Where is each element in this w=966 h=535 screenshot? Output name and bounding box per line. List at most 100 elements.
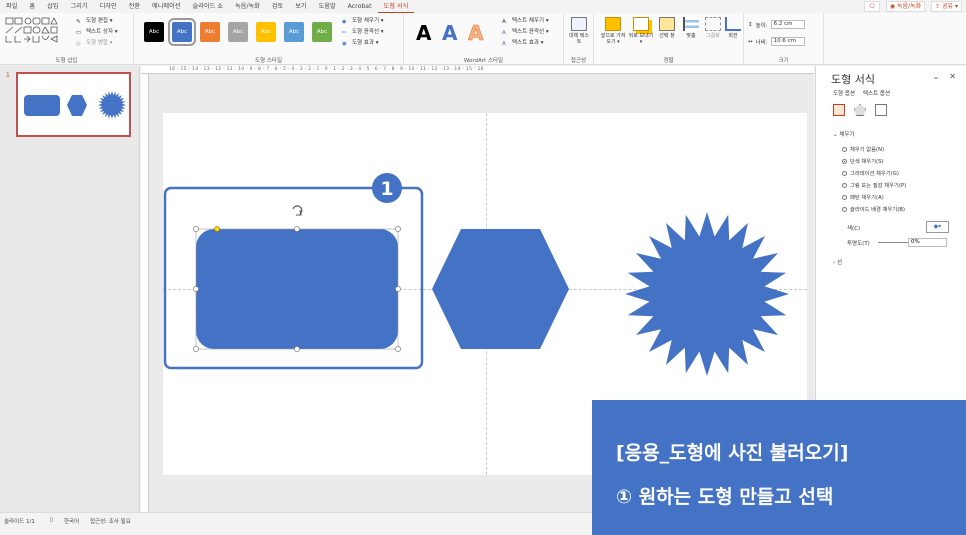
height-icon: ↕ bbox=[748, 21, 753, 28]
chevron-down-icon: ⌄ bbox=[833, 132, 838, 138]
adjustment-handle[interactable] bbox=[214, 226, 220, 232]
text-fill-button[interactable]: A 텍스트 채우기 ▾ bbox=[502, 17, 549, 25]
text-outline-button[interactable]: A 텍스트 윤곽선 ▾ bbox=[502, 28, 549, 36]
tab-text-options[interactable]: 텍스트 옵션 bbox=[863, 89, 890, 97]
fill-section-header[interactable]: ⌄ 채우기 bbox=[833, 130, 855, 138]
transparency-input[interactable]: 0% bbox=[908, 238, 947, 247]
slide-thumbnail[interactable] bbox=[16, 72, 131, 137]
group-label-insert-shapes: 도형 삽입 bbox=[55, 58, 78, 64]
fill-option[interactable]: 그라데이션 채우기(G) bbox=[842, 169, 899, 177]
vertical-ruler bbox=[141, 74, 149, 512]
fill-option[interactable]: 그림 또는 질감 채우기(P) bbox=[842, 181, 906, 189]
group-insert-shapes: ✎ 도형 편집 ▾ ▭ 텍스트 상자 ▾ ◎ 도형 병합 ▾ 도형 삽입 bbox=[0, 13, 134, 65]
alt-text-button[interactable]: 대체 텍스트 bbox=[568, 17, 590, 45]
shape-style-swatch[interactable]: Abc bbox=[312, 22, 332, 42]
wordart-style-orange[interactable]: A bbox=[468, 21, 484, 46]
accessibility-status[interactable]: 접근성: 조사 필요 bbox=[90, 517, 131, 525]
group-icon bbox=[705, 17, 721, 31]
tab-design[interactable]: 디자인 bbox=[94, 0, 123, 13]
shape-outline-button[interactable]: ✏ 도형 윤곽선 ▾ bbox=[342, 28, 384, 36]
ribbon: ✎ 도형 편집 ▾ ▭ 텍스트 상자 ▾ ◎ 도형 병합 ▾ 도형 삽입 Abc Abc… bbox=[0, 13, 966, 65]
effects-pentagon-icon[interactable] bbox=[854, 104, 866, 116]
bring-forward-button[interactable]: 앞으로 가져오기 ▾ bbox=[600, 17, 626, 45]
send-backward-button[interactable]: 뒤로 보내기 ▾ bbox=[628, 17, 654, 45]
edit-shape-button[interactable]: ✎ 도형 편집 ▾ bbox=[76, 17, 118, 25]
align-button[interactable]: 맞춤 bbox=[680, 17, 702, 39]
group-accessibility: 대체 텍스트 접근성 bbox=[564, 13, 594, 65]
record-button[interactable]: ◉ 녹음/녹화 bbox=[885, 1, 926, 12]
text-effects-icon: A bbox=[502, 40, 506, 47]
text-fill-icon: A bbox=[502, 18, 506, 25]
tab-file[interactable]: 파일 bbox=[0, 0, 23, 13]
language-indicator[interactable]: 한국어 bbox=[64, 517, 79, 525]
transparency-slider[interactable] bbox=[878, 242, 908, 243]
shape-style-swatch[interactable]: Abc bbox=[284, 22, 304, 42]
fill-option[interactable]: 단색 채우기(S) bbox=[842, 157, 884, 165]
tab-animations[interactable]: 애니메이션 bbox=[146, 0, 186, 13]
starburst-shape[interactable] bbox=[625, 212, 789, 376]
menu-bar: 파일 홈 삽입 그리기 디자인 전환 애니메이션 슬라이드 쇼 녹음/녹화 검토… bbox=[0, 0, 966, 13]
merge-shapes-icon: ◎ bbox=[76, 40, 81, 47]
caption-step: ① 원하는 도형 만들고 선택 bbox=[616, 486, 834, 508]
fill-color-picker[interactable]: ◆▾ bbox=[926, 221, 949, 233]
send-backward-icon bbox=[633, 17, 649, 31]
tab-insert[interactable]: 삽입 bbox=[41, 0, 64, 13]
selection-pane-button[interactable]: 선택 창 bbox=[656, 17, 678, 39]
line-section-header[interactable]: › 선 bbox=[833, 258, 842, 266]
shape-style-swatch[interactable]: Abc bbox=[256, 22, 276, 42]
hexagon-shape[interactable] bbox=[432, 229, 569, 349]
fill-line-icon[interactable] bbox=[833, 104, 845, 116]
merge-shapes-button[interactable]: ◎ 도형 병합 ▾ bbox=[76, 39, 118, 47]
tab-shape-options[interactable]: 도형 옵션 bbox=[833, 89, 855, 97]
text-box-button[interactable]: ▭ 텍스트 상자 ▾ bbox=[76, 28, 118, 36]
tab-shape-format[interactable]: 도형 서식 bbox=[377, 0, 415, 13]
notes-icon[interactable]: ▯ bbox=[50, 517, 53, 523]
close-icon[interactable]: ✕ bbox=[949, 72, 956, 81]
fill-option[interactable]: 채우기 없음(N) bbox=[842, 145, 884, 153]
text-effects-button[interactable]: A 텍스트 효과 ▾ bbox=[502, 39, 549, 47]
rounded-rectangle-shape[interactable] bbox=[196, 229, 398, 349]
radio-button[interactable] bbox=[842, 146, 847, 152]
shape-style-swatch[interactable]: Abc bbox=[200, 22, 220, 42]
pane-options-chevron-icon[interactable]: ⌄ bbox=[933, 72, 940, 81]
wordart-style-black[interactable]: A bbox=[416, 21, 431, 45]
shape-effects-button[interactable]: ◉ 도형 효과 ▾ bbox=[342, 39, 384, 47]
radio-button[interactable] bbox=[842, 170, 847, 176]
height-input[interactable]: 6.2 cm bbox=[770, 20, 805, 29]
fill-option[interactable]: 패턴 채우기(A) bbox=[842, 193, 884, 201]
tab-draw[interactable]: 그리기 bbox=[64, 0, 93, 13]
shape-style-swatch[interactable]: Abc bbox=[228, 22, 248, 42]
comment-button[interactable]: 🗨 bbox=[864, 1, 880, 12]
shape-style-swatch[interactable]: Abc bbox=[168, 18, 196, 46]
tab-transitions[interactable]: 전환 bbox=[123, 0, 146, 13]
shape-style-swatch[interactable]: Abc bbox=[144, 22, 164, 42]
wordart-style-blue[interactable]: A bbox=[442, 21, 457, 45]
fill-option-label: 그라데이션 채우기(G) bbox=[850, 171, 899, 177]
rotate-button[interactable]: 회전 bbox=[722, 17, 744, 39]
caption-title: [응용_도형에 사진 불러오기] bbox=[616, 442, 849, 464]
size-properties-icon[interactable] bbox=[875, 104, 887, 116]
tab-home[interactable]: 홈 bbox=[23, 0, 41, 13]
width-input[interactable]: 10.6 cm bbox=[770, 37, 805, 46]
radio-button[interactable] bbox=[842, 158, 847, 164]
tab-review[interactable]: 검토 bbox=[266, 0, 289, 13]
radio-button[interactable] bbox=[842, 182, 847, 188]
tab-record[interactable]: 녹음/녹화 bbox=[229, 0, 266, 13]
radio-button[interactable] bbox=[842, 206, 847, 212]
tab-acrobat[interactable]: Acrobat bbox=[342, 0, 378, 13]
shapes-gallery-icon[interactable] bbox=[5, 17, 73, 47]
group-label-accessibility: 접근성 bbox=[570, 58, 587, 64]
radio-button[interactable] bbox=[842, 194, 847, 200]
thumbnail-preview bbox=[24, 91, 126, 119]
rotate-handle-icon[interactable] bbox=[292, 205, 303, 216]
shape-fill-button[interactable]: ◆ 도형 채우기 ▾ bbox=[342, 17, 384, 25]
tab-help[interactable]: 도움말 bbox=[313, 0, 342, 13]
fill-option[interactable]: 슬라이드 배경 채우기(B) bbox=[842, 205, 905, 213]
tab-slideshow[interactable]: 슬라이드 쇼 bbox=[187, 0, 229, 13]
group-button[interactable]: 그룹화 bbox=[702, 17, 724, 39]
group-label-shape-styles: 도형 스타일 bbox=[254, 58, 283, 64]
tab-view[interactable]: 보기 bbox=[289, 0, 312, 13]
powerpoint-window: 파일 홈 삽입 그리기 디자인 전환 애니메이션 슬라이드 쇼 녹음/녹화 검토… bbox=[0, 0, 966, 535]
fill-option-label: 그림 또는 질감 채우기(P) bbox=[850, 183, 907, 189]
share-button[interactable]: ⇪ 공유 ▾ bbox=[931, 1, 962, 12]
